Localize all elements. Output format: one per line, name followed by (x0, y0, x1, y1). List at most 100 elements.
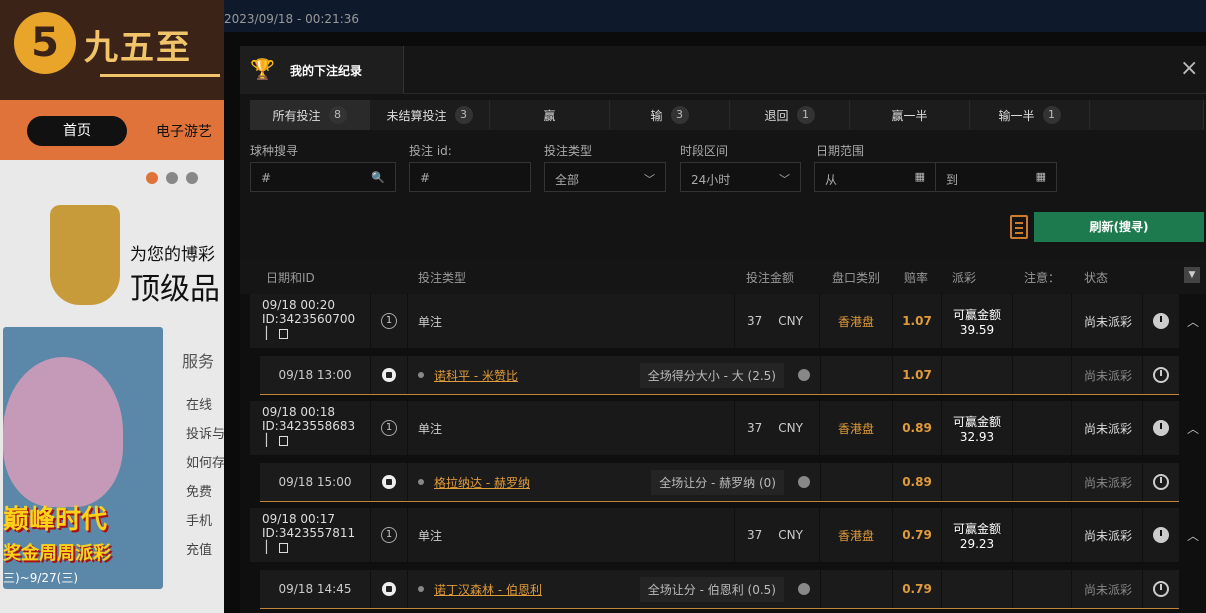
chevron-up-icon[interactable]: ︿ (1187, 527, 1199, 544)
copy-icon-wrap[interactable]: ▏ (262, 326, 370, 340)
detail-divider (260, 501, 1179, 502)
service-item[interactable]: 充值 (186, 539, 224, 568)
payout-cell: 可赢金额 32.93 (942, 401, 1012, 455)
bet-status: 尚未派彩 (1072, 294, 1142, 348)
tab-label: 赢一半 (891, 108, 928, 123)
copy-icon[interactable] (279, 328, 289, 339)
copy-icon[interactable] (279, 542, 289, 553)
period-select[interactable]: 24小时 ﹀ (680, 162, 801, 192)
clock-icon (1153, 420, 1169, 436)
service-item[interactable]: 投诉与 (186, 423, 224, 452)
header-date-id: 日期和ID (266, 271, 315, 285)
banner-character-image (3, 357, 123, 507)
calendar-icon[interactable]: ▦ (915, 170, 925, 183)
modal-content: 所有投注 8 未结算投注 3 赢 输3 退回 1 赢一半 输一半 1 球种搜寻 # 🔍 投… (240, 94, 1206, 613)
tab-count: 3 (454, 106, 473, 124)
match-link[interactable]: 格拉纳达 - 赫罗纳 (434, 474, 530, 491)
tab-all-bets[interactable]: 所有投注 8 (250, 100, 370, 130)
header-note: 注意： (1024, 271, 1061, 285)
payout-label: 可赢金额 (952, 414, 1001, 429)
match-link[interactable]: 诺丁汉森林 - 伯恩利 (434, 581, 542, 598)
date-to-input[interactable]: 到 ▦ (935, 162, 1057, 192)
tab-half-lose[interactable]: 输一半 1 (970, 100, 1090, 130)
carousel-dot[interactable] (166, 172, 178, 184)
service-item[interactable]: 手机 (186, 510, 224, 539)
filter-tabs: 所有投注 8 未结算投注 3 赢 输3 退回 1 赢一半 输一半 1 (250, 100, 1204, 130)
tab-half-win[interactable]: 赢一半 (850, 100, 970, 130)
tab-empty (1090, 100, 1204, 130)
currency: CNY (778, 314, 803, 328)
detail-clock-cell (1143, 570, 1179, 608)
carousel-dots[interactable] (146, 172, 206, 187)
bet-id-label: 投注 id: (409, 144, 452, 158)
bet-list: 日期和ID 投注类型 投注金额 盘口类别 赔率 派彩 注意： 状态 ▼ 09/1… (240, 258, 1206, 613)
bet-id-line: ID:3423558683 (262, 419, 370, 433)
tab-lose[interactable]: 输3 (610, 100, 730, 130)
trophy-image (50, 205, 120, 305)
bet-id-input[interactable]: # (409, 162, 531, 192)
promo-banner[interactable]: 巅峰时代 奖金周周派彩 三)~9/27(三) (0, 324, 166, 592)
payout-label: 可赢金额 (952, 307, 1001, 322)
service-item[interactable]: 如何存 (186, 452, 224, 481)
bet-type: 单注 (408, 508, 734, 562)
market-type: 香港盘 (820, 401, 892, 455)
tab-refund[interactable]: 退回 1 (730, 100, 850, 130)
nav-home-button[interactable]: 首页 (27, 116, 127, 146)
tab-win[interactable]: 赢 (490, 100, 610, 130)
bet-amount: 37 (747, 421, 763, 435)
carousel-dot[interactable] (146, 172, 158, 184)
chevron-up-icon[interactable]: ︿ (1187, 313, 1199, 330)
calendar-icon[interactable]: ▦ (1036, 170, 1046, 183)
lock-icon (798, 369, 810, 381)
clipboard-icon[interactable] (1010, 215, 1028, 239)
service-item[interactable]: 在线 (186, 394, 224, 423)
detail-note-cell (1013, 570, 1071, 608)
expand-toggle[interactable]: ︿ (1180, 508, 1206, 562)
bet-id-prefix: ID: (262, 419, 279, 433)
match-link[interactable]: 诺科平 - 米赞比 (434, 367, 518, 384)
legs-cell: 1 (371, 294, 407, 348)
service-item[interactable]: 免费 (186, 481, 224, 510)
date-from-input[interactable]: 从 ▦ (814, 162, 936, 192)
bet-type-value: 全部 (555, 173, 580, 187)
tab-label: 输一半 (998, 108, 1035, 123)
expand-toggle[interactable]: ︿ (1180, 401, 1206, 455)
detail-payout-cell (942, 356, 1012, 394)
bet-row: 09/18 00:17 ID:3423557811 ▏ 1 单注 37 CNY 香… (240, 508, 1206, 613)
sport-search-label: 球种搜寻 (250, 144, 299, 158)
detail-status: 尚未派彩 (1072, 356, 1142, 394)
sport-search-input[interactable]: # 🔍 (250, 162, 396, 192)
legs-cell: 1 (371, 401, 407, 455)
date-to-placeholder: 到 (946, 173, 959, 187)
collapse-all-icon[interactable]: ▼ (1184, 267, 1200, 283)
bet-type-select[interactable]: 全部 ﹀ (544, 162, 666, 192)
carousel-dot[interactable] (186, 172, 198, 184)
bet-status: 尚未派彩 (1072, 508, 1142, 562)
modal-title: 我的下注纪录 (290, 64, 363, 78)
nav-electronic-games[interactable]: 电子游艺 (156, 121, 212, 141)
amount-cell: 37 CNY (735, 508, 819, 562)
service-title: 服务 (182, 352, 215, 371)
detail-odds: 0.79 (893, 570, 941, 608)
copy-icon-wrap[interactable]: ▏ (262, 540, 370, 554)
close-icon[interactable]: × (1180, 56, 1198, 81)
bet-row: 09/18 00:20 ID:3423560700 ▏ 1 单注 37 CNY 香… (240, 294, 1206, 401)
bet-date: 09/18 00:20 (262, 298, 335, 312)
expand-toggle[interactable]: ︿ (1180, 294, 1206, 348)
refresh-search-button[interactable]: 刷新(搜寻) (1034, 212, 1204, 242)
slogan-line-1: 为您的博彩 (130, 245, 215, 265)
detail-payout-cell (942, 463, 1012, 501)
soccer-ball-icon (382, 475, 396, 489)
banner-date: 三)~9/27(三) (3, 571, 79, 585)
detail-payout-cell (942, 570, 1012, 608)
copy-icon[interactable] (279, 435, 289, 446)
detail-clock-cell (1143, 356, 1179, 394)
copy-icon-wrap[interactable]: ▏ (262, 433, 370, 447)
header-bet-type: 投注类型 (418, 271, 467, 285)
modal-title-tab[interactable]: 🏆 我的下注纪录 (240, 46, 404, 94)
tab-unsettled[interactable]: 未结算投注 3 (370, 100, 490, 130)
legs-count: 1 (381, 527, 397, 543)
chevron-up-icon[interactable]: ︿ (1187, 420, 1199, 437)
search-icon[interactable]: 🔍 (371, 171, 385, 184)
payout-cell: 可赢金额 39.59 (942, 294, 1012, 348)
